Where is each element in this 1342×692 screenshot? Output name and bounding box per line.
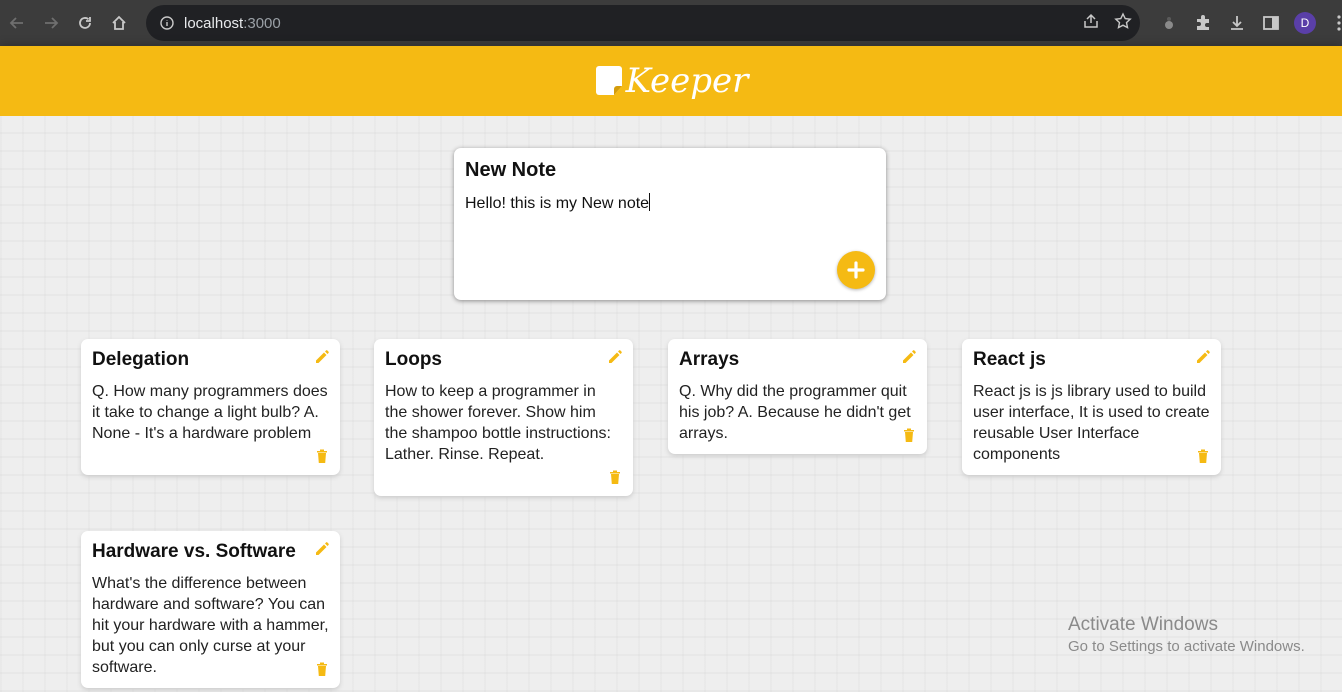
profile-initial: D (1294, 12, 1316, 34)
watermark-subtitle: Go to Settings to activate Windows. (1068, 638, 1305, 655)
url-port: :3000 (243, 14, 281, 32)
browser-toolbar: localhost:3000 D (0, 0, 1342, 46)
note-card: Loops How to keep a programmer in the sh… (374, 339, 633, 496)
reload-icon[interactable] (68, 0, 102, 46)
address-bar[interactable]: localhost:3000 (146, 5, 1140, 41)
note-content-text: Hello! this is my New note (465, 195, 650, 212)
back-icon[interactable] (0, 0, 34, 46)
trash-icon[interactable] (903, 428, 915, 442)
note-title: React js (973, 349, 1046, 370)
home-icon[interactable] (102, 0, 136, 46)
app-header: Keeper (0, 46, 1342, 116)
profile-avatar[interactable]: D (1288, 0, 1322, 46)
note-card: React js React js is js library used to … (962, 339, 1221, 475)
note-logo-icon (595, 66, 622, 95)
extension-indicator-icon[interactable] (1152, 0, 1186, 46)
pencil-icon[interactable] (314, 349, 330, 365)
url-text: localhost:3000 (184, 15, 281, 32)
note-title: Arrays (679, 349, 740, 370)
create-note-form: New Note Hello! this is my New note (454, 148, 886, 300)
text-caret (649, 193, 651, 211)
note-content: Q. Why did the programmer quit his job? … (679, 383, 916, 442)
note-content: How to keep a programmer in the shower f… (385, 383, 616, 463)
note-card: Arrays Q. Why did the programmer quit hi… (668, 339, 927, 454)
site-info-icon[interactable] (158, 14, 176, 32)
note-title: Loops (385, 349, 442, 370)
bookmark-star-icon[interactable] (1114, 11, 1132, 35)
trash-icon[interactable] (316, 449, 328, 463)
menu-kebab-icon[interactable] (1322, 0, 1342, 46)
share-icon[interactable] (1082, 13, 1100, 34)
windows-activation-watermark: Activate Windows Go to Settings to activ… (1068, 614, 1305, 655)
pencil-icon[interactable] (314, 541, 330, 557)
app-logo: Keeper (594, 61, 749, 101)
trash-icon[interactable] (316, 662, 328, 676)
note-content: What's the difference between hardware a… (92, 575, 333, 676)
note-title: Hardware vs. Software (92, 541, 296, 562)
forward-icon[interactable] (34, 0, 68, 46)
plus-icon (847, 261, 865, 279)
app-title: Keeper (625, 61, 749, 101)
downloads-icon[interactable] (1220, 0, 1254, 46)
note-content-textarea[interactable]: Hello! this is my New note (465, 193, 875, 213)
side-panel-icon[interactable] (1254, 0, 1288, 46)
url-host: localhost (184, 14, 244, 32)
note-title-input[interactable]: New Note (465, 159, 875, 182)
note-content: Q. How many programmers does it take to … (92, 383, 333, 442)
trash-icon[interactable] (1197, 449, 1209, 463)
pencil-icon[interactable] (607, 349, 623, 365)
note-title: Delegation (92, 349, 190, 370)
note-card: Hardware vs. Software What's the differe… (81, 531, 340, 688)
add-note-button[interactable] (837, 251, 875, 289)
trash-icon[interactable] (609, 470, 621, 484)
extensions-puzzle-icon[interactable] (1186, 0, 1220, 46)
note-content: React js is js library used to build use… (973, 383, 1215, 463)
pencil-icon[interactable] (901, 349, 917, 365)
watermark-title: Activate Windows (1068, 614, 1218, 635)
note-card: Delegation Q. How many programmers does … (81, 339, 340, 475)
pencil-icon[interactable] (1195, 349, 1211, 365)
